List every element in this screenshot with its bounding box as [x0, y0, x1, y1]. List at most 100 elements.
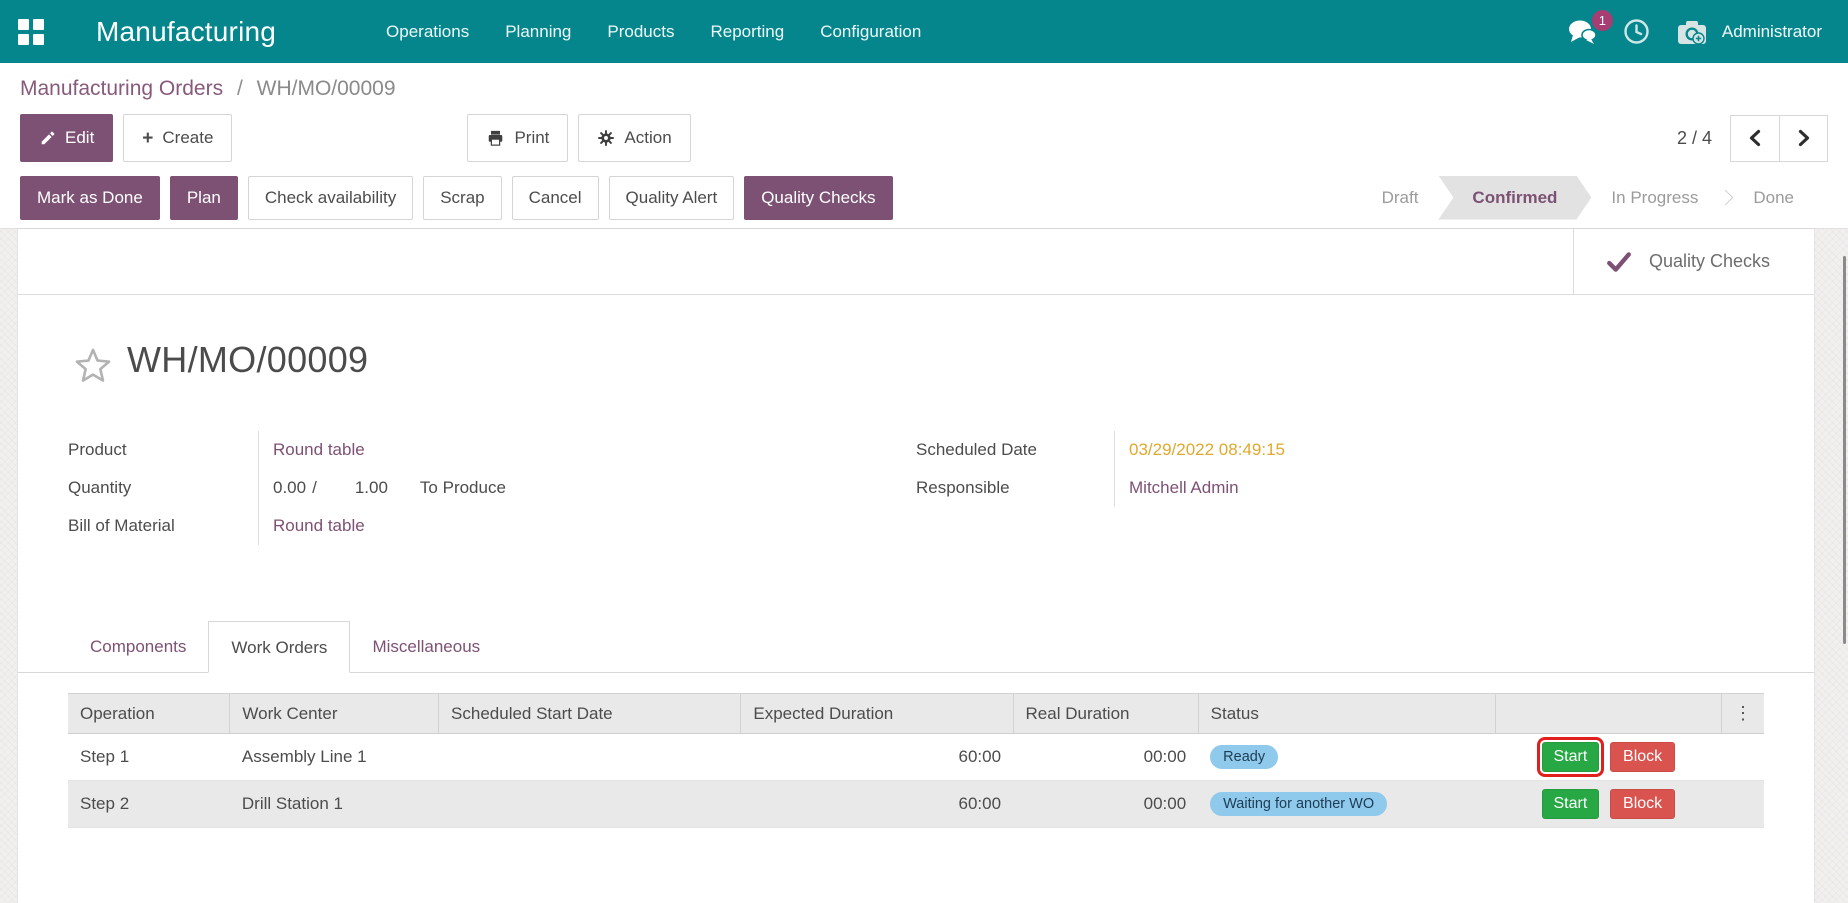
pager-previous-button[interactable]	[1731, 116, 1779, 161]
favorite-star-icon[interactable]	[72, 345, 114, 387]
apps-menu-icon[interactable]	[18, 19, 44, 45]
field-bill-of-material: Bill of Material Round table	[68, 507, 916, 545]
plan-button[interactable]: Plan	[170, 176, 238, 220]
field-responsible: Responsible Mitchell Admin	[916, 469, 1764, 507]
quantity-produced: 0.00	[273, 478, 306, 498]
content-area: Quality Checks WH/MO/00009 Product Round…	[0, 229, 1848, 903]
breadcrumb: Manufacturing Orders / WH/MO/00009	[20, 77, 396, 101]
start-button[interactable]: Start	[1542, 742, 1600, 772]
breadcrumb-parent[interactable]: Manufacturing Orders	[20, 77, 223, 100]
pencil-icon	[39, 130, 56, 147]
start-button[interactable]: Start	[1542, 789, 1600, 819]
navbar-right: 1 Administrator	[1567, 18, 1822, 46]
cancel-button[interactable]: Cancel	[512, 176, 599, 220]
top-menu: Operations Planning Products Reporting C…	[372, 14, 935, 50]
edit-button[interactable]: Edit	[20, 114, 113, 162]
tab-components[interactable]: Components	[68, 621, 208, 672]
bill-of-material-value-link[interactable]: Round table	[273, 516, 365, 536]
column-scheduled-start-date[interactable]: Scheduled Start Date	[439, 694, 741, 734]
top-navbar: Manufacturing Operations Planning Produc…	[0, 0, 1848, 63]
column-work-center[interactable]: Work Center	[230, 694, 439, 734]
breadcrumb-separator: /	[237, 77, 243, 100]
apps-grid-square	[33, 19, 44, 30]
scheduled-date-value: 03/29/2022 08:49:15	[1129, 440, 1285, 460]
menu-configuration[interactable]: Configuration	[806, 14, 935, 50]
apps-grid-square	[18, 34, 29, 45]
scrollbar-thumb[interactable]	[1843, 256, 1846, 644]
cell-expected-duration: 60:00	[741, 734, 1013, 781]
cell-operation: Step 2	[68, 781, 230, 828]
cell-real-duration: 00:00	[1013, 734, 1198, 781]
responsible-label: Responsible	[916, 470, 1114, 506]
table-header-row: Operation Work Center Scheduled Start Da…	[68, 694, 1764, 734]
status-badge: Ready	[1210, 745, 1278, 769]
field-product: Product Round table	[68, 431, 916, 469]
cell-operation: Step 1	[68, 734, 230, 781]
status-step-draft[interactable]: Draft	[1362, 176, 1439, 220]
user-menu[interactable]: Administrator	[1676, 18, 1822, 46]
check-availability-button[interactable]: Check availability	[248, 176, 413, 220]
quantity-suffix-label: To Produce	[420, 478, 506, 498]
breadcrumb-row: Manufacturing Orders / WH/MO/00009	[0, 63, 1848, 109]
quality-checks-button[interactable]: Quality Checks	[744, 176, 892, 220]
messages-badge: 1	[1592, 10, 1613, 31]
bill-of-material-label: Bill of Material	[68, 508, 258, 544]
pager-next-button[interactable]	[1779, 116, 1827, 161]
app-name[interactable]: Manufacturing	[96, 16, 276, 48]
menu-products[interactable]: Products	[593, 14, 688, 50]
activities-clock-icon[interactable]	[1623, 18, 1650, 45]
menu-operations[interactable]: Operations	[372, 14, 483, 50]
status-step-done[interactable]: Done	[1733, 176, 1814, 220]
optional-columns-icon[interactable]: ⋮	[1721, 694, 1764, 734]
column-operation[interactable]: Operation	[68, 694, 230, 734]
product-value-link[interactable]: Round table	[273, 440, 365, 460]
responsible-value-link[interactable]: Mitchell Admin	[1129, 478, 1239, 498]
mark-as-done-button[interactable]: Mark as Done	[20, 176, 160, 220]
left-field-group: Product Round table Quantity 0.00 / 1.00…	[68, 431, 916, 545]
edit-button-label: Edit	[65, 128, 94, 148]
printer-icon	[486, 129, 505, 147]
print-button[interactable]: Print	[467, 114, 568, 162]
quality-checks-smart-button[interactable]: Quality Checks	[1573, 229, 1814, 294]
column-real-duration[interactable]: Real Duration	[1013, 694, 1198, 734]
chevron-right-icon	[1796, 129, 1812, 147]
create-button[interactable]: + Create	[123, 114, 232, 162]
control-buttons-row: Edit + Create Print	[0, 109, 1848, 167]
column-expected-duration[interactable]: Expected Duration	[741, 694, 1013, 734]
scrap-button[interactable]: Scrap	[423, 176, 501, 220]
chevron-left-icon	[1747, 129, 1763, 147]
menu-reporting[interactable]: Reporting	[696, 14, 798, 50]
cell-work-center: Drill Station 1	[230, 781, 439, 828]
quantity-to-produce: 1.00	[355, 478, 388, 498]
messages-icon[interactable]: 1	[1567, 19, 1597, 45]
statusbar-row: Mark as Done Plan Check availability Scr…	[0, 167, 1848, 229]
breadcrumb-current: WH/MO/00009	[257, 77, 396, 100]
status-step-in-progress[interactable]: In Progress	[1591, 176, 1718, 220]
pager-count: 2 / 4	[1677, 128, 1712, 149]
block-button[interactable]: Block	[1610, 789, 1675, 819]
clock-icon	[1623, 18, 1650, 45]
column-status[interactable]: Status	[1198, 694, 1495, 734]
field-scheduled-date: Scheduled Date 03/29/2022 08:49:15	[916, 431, 1764, 469]
menu-planning[interactable]: Planning	[491, 14, 585, 50]
work-order-row[interactable]: Step 1 Assembly Line 1 60:00 00:00 Ready…	[68, 734, 1764, 781]
cell-scheduled-start-date	[439, 734, 741, 781]
notebook: Components Work Orders Miscellaneous Ope…	[68, 621, 1764, 828]
plus-icon: +	[142, 129, 153, 148]
action-button[interactable]: Action	[578, 114, 690, 162]
smart-button-label: Quality Checks	[1649, 251, 1770, 272]
work-orders-table: Operation Work Center Scheduled Start Da…	[68, 693, 1764, 828]
quantity-label: Quantity	[68, 470, 258, 506]
quality-alert-button[interactable]: Quality Alert	[609, 176, 735, 220]
apps-grid-square	[33, 34, 44, 45]
user-avatar-icon	[1676, 18, 1710, 46]
cell-expected-duration: 60:00	[741, 781, 1013, 828]
pager-buttons	[1730, 115, 1828, 162]
step-chevron-icon	[1718, 190, 1734, 206]
status-step-confirmed[interactable]: Confirmed	[1438, 176, 1591, 220]
form-sheet: Quality Checks WH/MO/00009 Product Round…	[18, 229, 1814, 903]
tab-miscellaneous[interactable]: Miscellaneous	[350, 621, 502, 672]
tab-work-orders[interactable]: Work Orders	[208, 621, 350, 673]
work-order-row[interactable]: Step 2 Drill Station 1 60:00 00:00 Waiti…	[68, 781, 1764, 828]
block-button[interactable]: Block	[1610, 742, 1675, 772]
